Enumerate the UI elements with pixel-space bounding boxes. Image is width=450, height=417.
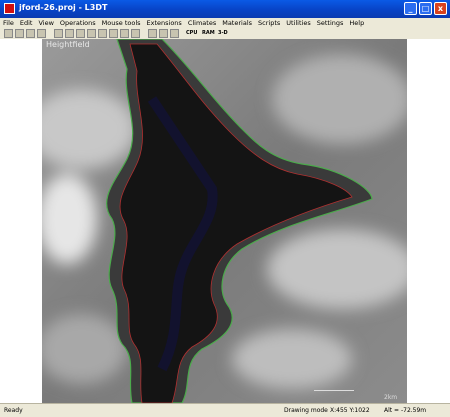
menu-view[interactable]: View — [35, 18, 56, 28]
paint-icon[interactable] — [148, 29, 157, 38]
window-title: jford-26.proj - L3DT — [19, 3, 108, 12]
open-icon[interactable] — [15, 29, 24, 38]
close-button[interactable]: x — [434, 2, 447, 15]
scale-bar-label: 2km — [384, 394, 398, 401]
heightfield-label: Heightfield — [46, 40, 90, 49]
toolbar: CPU RAM 3-D — [0, 28, 450, 39]
menu-climates[interactable]: Climates — [185, 18, 219, 28]
grid-icon[interactable] — [109, 29, 118, 38]
menu-settings[interactable]: Settings — [314, 18, 347, 28]
map-viewport[interactable]: Heightfield 2km — [0, 39, 450, 403]
status-ready: Ready — [4, 407, 23, 414]
fit-icon[interactable] — [131, 29, 140, 38]
menu-scripts[interactable]: Scripts — [255, 18, 283, 28]
select-icon[interactable] — [87, 29, 96, 38]
save-icon[interactable] — [26, 29, 35, 38]
new-icon[interactable] — [4, 29, 13, 38]
view-2d-icon[interactable] — [54, 29, 63, 38]
maximize-button[interactable]: □ — [419, 2, 432, 15]
zoom-icon[interactable] — [65, 29, 74, 38]
minimize-button[interactable]: _ — [404, 2, 417, 15]
ram-label: RAM — [202, 30, 215, 36]
help-icon[interactable] — [170, 29, 179, 38]
view-3d-button[interactable]: 3-D — [218, 29, 228, 38]
status-mode: Drawing mode — [284, 407, 328, 414]
map-icon[interactable] — [98, 29, 107, 38]
pointer-icon[interactable] — [76, 29, 85, 38]
menu-edit[interactable]: Edit — [17, 18, 36, 28]
menu-file[interactable]: File — [0, 18, 17, 28]
menu-materials[interactable]: Materials — [219, 18, 255, 28]
heightfield-map[interactable] — [42, 39, 407, 403]
status-bar: Ready Drawing mode X:455 Y:1022 Alt = -7… — [0, 403, 450, 417]
menu-help[interactable]: Help — [346, 18, 367, 28]
menu-mouse-tools[interactable]: Mouse tools — [99, 18, 144, 28]
status-coords: X:455 Y:1022 — [330, 407, 370, 414]
crop-icon[interactable] — [120, 29, 129, 38]
title-bar: jford-26.proj - L3DT _ □ x — [0, 0, 450, 18]
status-altitude: Alt = -72.59m — [384, 407, 427, 414]
menu-extensions[interactable]: Extensions — [144, 18, 185, 28]
heightfield-image — [42, 39, 407, 403]
cpu-label: CPU — [186, 30, 198, 36]
menu-bar: File Edit View Operations Mouse tools Extensi… — [0, 18, 450, 28]
settings-icon[interactable] — [159, 29, 168, 38]
save-as-icon[interactable] — [37, 29, 46, 38]
menu-utilities[interactable]: Utilities — [283, 18, 313, 28]
app-icon[interactable] — [4, 3, 15, 14]
menu-operations[interactable]: Operations — [57, 18, 99, 28]
